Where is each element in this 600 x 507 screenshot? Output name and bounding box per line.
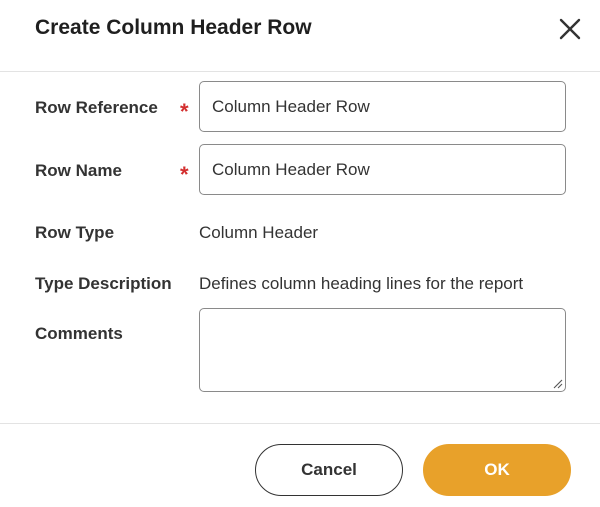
row-type-value: Column Header	[199, 223, 319, 242]
row-name-input[interactable]	[199, 144, 566, 195]
type-description-label: Type Description	[35, 274, 172, 293]
comments-textarea[interactable]	[199, 308, 566, 392]
close-icon	[559, 18, 581, 40]
dialog-title: Create Column Header Row	[35, 16, 312, 39]
row-reference-input[interactable]	[199, 81, 566, 132]
row-reference-required-marker: *	[180, 99, 189, 124]
row-type-label: Row Type	[35, 223, 115, 242]
create-column-header-row-dialog: Create Column Header Row Row Reference *…	[0, 0, 600, 507]
footer-divider	[0, 423, 600, 424]
header-divider	[0, 71, 600, 72]
ok-button[interactable]: OK	[423, 444, 571, 496]
resize-grip-icon[interactable]	[552, 378, 563, 389]
close-button[interactable]	[554, 13, 586, 45]
row-name-label: Row Name	[35, 161, 122, 180]
cancel-button[interactable]: Cancel	[255, 444, 403, 496]
row-reference-label: Row Reference	[35, 98, 158, 117]
row-name-required-marker: *	[180, 162, 189, 187]
type-description-value: Defines column heading lines for the rep…	[199, 274, 524, 293]
comments-label: Comments	[35, 324, 123, 343]
